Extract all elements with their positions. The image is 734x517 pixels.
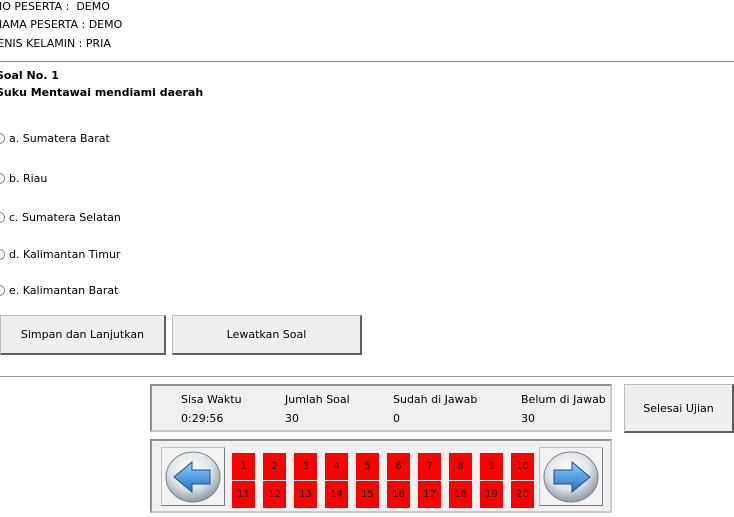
- radio-c[interactable]: [0, 212, 5, 223]
- option-c[interactable]: c. Sumatera Selatan: [0, 211, 121, 224]
- question-14-button[interactable]: 14: [325, 481, 348, 508]
- time-left-label: Sisa Waktu: [181, 393, 242, 406]
- question-17-button[interactable]: 17: [418, 481, 441, 508]
- question-text: Suku Mentawai mendiami daerah: [0, 86, 204, 99]
- answered-value: 0: [393, 412, 400, 425]
- radio-e[interactable]: [0, 285, 5, 296]
- unanswered-label: Belum di Jawab: [521, 393, 606, 406]
- question-9-button[interactable]: 9: [480, 453, 503, 480]
- option-b[interactable]: b. Riau: [0, 172, 47, 185]
- question-7-button[interactable]: 7: [418, 453, 441, 480]
- question-number: Soal No. 1: [0, 69, 59, 82]
- question-16-button[interactable]: 16: [387, 481, 410, 508]
- total-questions-value: 30: [285, 412, 299, 425]
- question-11-button[interactable]: 11: [232, 481, 255, 508]
- participant-name: NAMA PESERTA : DEMO: [0, 18, 123, 31]
- question-8-button[interactable]: 8: [449, 453, 472, 480]
- question-13-button[interactable]: 13: [294, 481, 317, 508]
- total-questions-label: Jumlah Soal: [285, 393, 350, 406]
- radio-a[interactable]: [0, 133, 5, 144]
- question-3-button[interactable]: 3: [294, 453, 317, 480]
- option-b-label: b. Riau: [9, 172, 48, 185]
- option-e-label: e. Kalimantan Barat: [9, 284, 119, 297]
- option-a[interactable]: a. Sumatera Barat: [0, 132, 110, 145]
- option-a-label: a. Sumatera Barat: [9, 132, 110, 145]
- question-2-button[interactable]: 2: [263, 453, 286, 480]
- time-left-value: 0:29:56: [181, 412, 224, 425]
- option-c-label: c. Sumatera Selatan: [9, 211, 121, 224]
- option-d-label: d. Kalimantan Timur: [9, 248, 121, 261]
- question-5-button[interactable]: 5: [356, 453, 379, 480]
- question-12-button[interactable]: 12: [263, 481, 286, 508]
- save-and-continue-button[interactable]: Simpan dan Lanjutkan: [0, 315, 166, 355]
- question-18-button[interactable]: 18: [449, 481, 472, 508]
- radio-b[interactable]: [0, 173, 5, 184]
- skip-question-button[interactable]: Lewatkan Soal: [172, 315, 362, 355]
- arrow-right-icon: [543, 451, 599, 502]
- question-19-button[interactable]: 19: [480, 481, 503, 508]
- unanswered-value: 30: [521, 412, 535, 425]
- arrow-left-icon: [165, 451, 221, 502]
- question-1-button[interactable]: 1: [232, 453, 255, 480]
- option-d[interactable]: d. Kalimantan Timur: [0, 248, 120, 261]
- radio-d[interactable]: [0, 249, 5, 260]
- question-20-button[interactable]: 20: [511, 481, 534, 508]
- previous-question-button[interactable]: [161, 447, 225, 506]
- divider-bottom: [0, 376, 734, 377]
- participant-gender: JENIS KELAMIN : PRIA: [0, 37, 111, 50]
- answered-label: Sudah di Jawab: [393, 393, 478, 406]
- question-number-grid: 1 2 3 4 5 6 7 8 9 10 11 12 13 14 15 16 1…: [231, 453, 541, 509]
- participant-number: NO PESERTA : DEMO: [0, 0, 110, 13]
- question-6-button[interactable]: 6: [387, 453, 410, 480]
- question-15-button[interactable]: 15: [356, 481, 379, 508]
- question-10-button[interactable]: 10: [511, 453, 534, 480]
- divider-top: [0, 61, 734, 62]
- question-4-button[interactable]: 4: [325, 453, 348, 480]
- next-question-button[interactable]: [539, 447, 603, 506]
- finish-exam-button[interactable]: Selesai Ujian: [624, 384, 734, 433]
- option-e[interactable]: e. Kalimantan Barat: [0, 284, 118, 297]
